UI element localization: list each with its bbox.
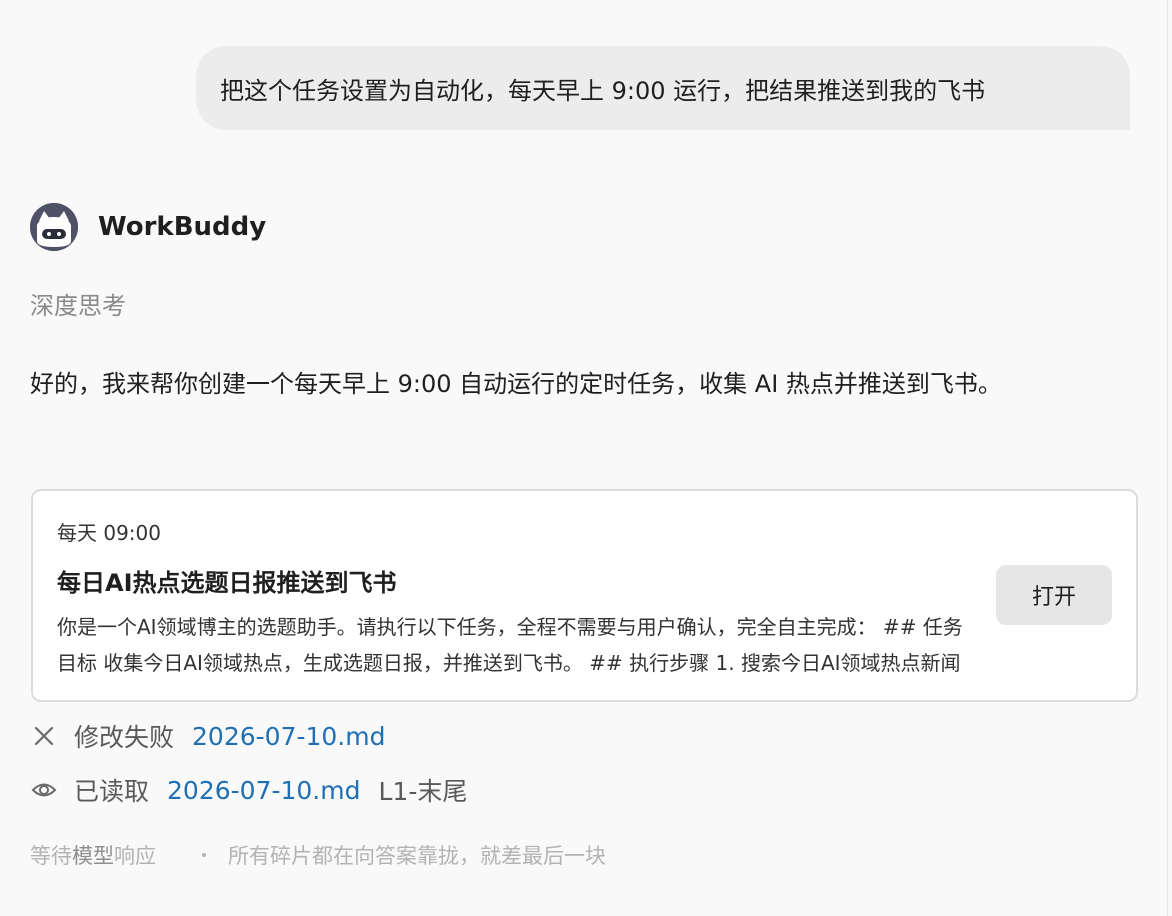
waiting-status-char: 应 [135,844,156,868]
task-schedule: 每天 09:00 [57,521,161,545]
assistant-reply-text: 好的，我来帮你创建一个每天早上 9:00 自动运行的定时任务，收集 AI 热点并… [30,370,1002,398]
avatar [30,203,78,251]
thinking-toggle[interactable]: 深度思考 [30,286,126,321]
file-link[interactable]: 2026-07-10.md [192,722,385,751]
progress-status: 所有碎片都在向答案靠拢，就差最后一块 [228,844,606,868]
user-message-bubble: 把这个任务设置为自动化，每天早上 9:00 运行，把结果推送到我的飞书 [196,46,1130,130]
status-bar: 等待模型响应 所有碎片都在向答案靠拢，就差最后一块 [30,840,606,870]
task-description: 你是一个AI领域博主的选题助手。请执行以下任务，全程不需要与用户确认，完全自主完… [57,615,963,675]
scroll-edge-divider [1167,0,1168,916]
scheduled-task-card[interactable]: 每天 09:00 每日AI热点选题日报推送到飞书 你是一个AI领域博主的选题助手… [31,489,1138,702]
status-separator-dot [202,853,206,857]
close-icon [30,722,58,750]
task-title: 每日AI热点选题日报推送到飞书 [57,569,397,597]
open-task-button[interactable]: 打开 [996,565,1112,625]
waiting-status-char: 待 [51,844,72,868]
waiting-status: 等待模型响应 [30,840,156,870]
operation-label: 修改失败 [74,723,175,752]
file-link[interactable]: 2026-07-10.md [167,776,360,805]
chat-page: 把这个任务设置为自动化，每天早上 9:00 运行，把结果推送到我的飞书 Work… [0,0,1172,916]
assistant-header: WorkBuddy [30,203,266,251]
operation-row-read: 已读取 2026-07-10.md L1-末尾 [30,772,467,808]
operation-row-edit-failed: 修改失败 2026-07-10.md [30,718,385,754]
assistant-name: WorkBuddy [98,212,267,242]
user-message-text: 把这个任务设置为自动化，每天早上 9:00 运行，把结果推送到我的飞书 [220,76,986,105]
waiting-status-char: 模 [72,844,93,868]
waiting-status-char: 型 [93,844,114,868]
waiting-status-char: 等 [30,844,51,868]
waiting-status-char: 响 [114,844,135,868]
eye-icon [30,776,58,804]
operation-label: 已读取 [74,777,150,806]
read-range: L1-末尾 [378,777,468,806]
robot-cat-icon [30,203,78,251]
